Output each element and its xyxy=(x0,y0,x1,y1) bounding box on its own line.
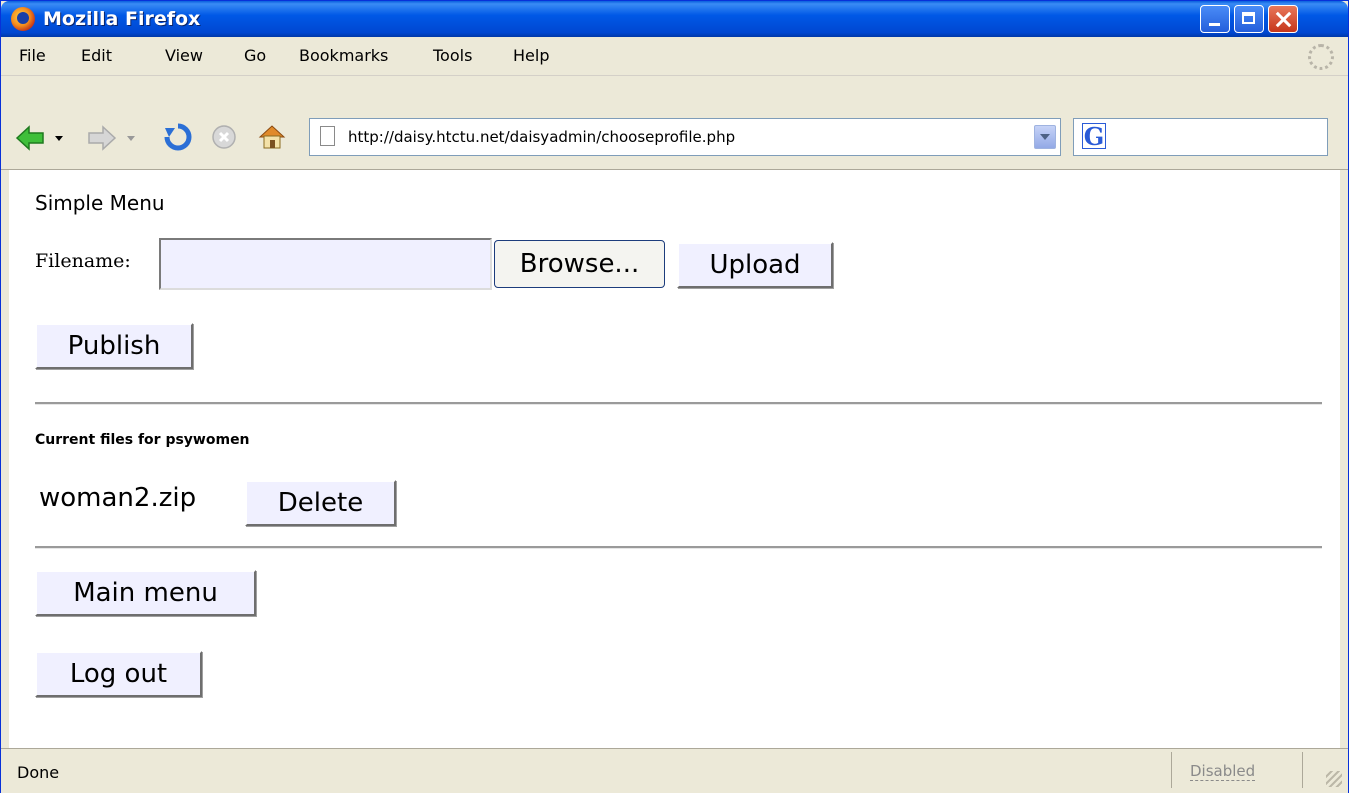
menu-view[interactable]: View xyxy=(165,46,203,65)
divider xyxy=(35,546,1322,549)
reload-icon[interactable] xyxy=(163,122,193,152)
logout-button[interactable]: Log out xyxy=(35,651,202,697)
forward-arrow-icon[interactable] xyxy=(87,125,141,151)
menu-tools[interactable]: Tools xyxy=(433,46,472,65)
delete-button[interactable]: Delete xyxy=(245,480,396,526)
page-content: Simple Menu Filename: Browse... Upload P… xyxy=(9,170,1340,748)
status-disabled-label[interactable]: Disabled xyxy=(1190,762,1256,781)
minimize-button[interactable] xyxy=(1200,5,1230,33)
menu-help[interactable]: Help xyxy=(513,46,549,65)
page-icon xyxy=(320,126,335,146)
publish-button[interactable]: Publish xyxy=(35,323,193,369)
window-title: Mozilla Firefox xyxy=(43,8,201,30)
browse-button[interactable]: Browse... xyxy=(494,240,665,288)
main-menu-button[interactable]: Main menu xyxy=(35,570,256,616)
upload-button[interactable]: Upload xyxy=(677,242,833,288)
throbber-icon xyxy=(1308,44,1334,70)
close-button[interactable] xyxy=(1268,5,1298,33)
home-icon[interactable] xyxy=(257,122,287,152)
files-heading: Current files for psywomen xyxy=(35,432,250,448)
menu-file[interactable]: File xyxy=(19,46,46,65)
divider xyxy=(35,402,1322,405)
status-panel: Disabled xyxy=(1171,752,1303,788)
status-bar: Done Disabled xyxy=(1,748,1348,793)
title-bar[interactable]: Mozilla Firefox xyxy=(1,1,1348,37)
filename-input[interactable] xyxy=(159,238,492,290)
dropdown-icon[interactable] xyxy=(1034,125,1056,149)
stop-icon[interactable] xyxy=(211,124,237,150)
firefox-logo-icon xyxy=(11,7,35,31)
url-bar[interactable]: http://daisy.htctu.net/daisyadmin/choose… xyxy=(309,118,1061,156)
page-heading: Simple Menu xyxy=(35,191,165,215)
resize-grip-icon[interactable] xyxy=(1326,771,1342,787)
browser-window: Mozilla Firefox File Edit View Go Bookma… xyxy=(0,0,1349,793)
status-text: Done xyxy=(17,763,60,782)
search-bar[interactable]: G xyxy=(1073,118,1328,156)
url-text[interactable]: http://daisy.htctu.net/daisyadmin/choose… xyxy=(348,128,735,146)
file-name: woman2.zip xyxy=(39,483,197,513)
filename-label: Filename: xyxy=(35,250,131,272)
menu-bar: File Edit View Go Bookmarks Tools Help xyxy=(1,37,1348,76)
menu-edit[interactable]: Edit xyxy=(81,46,112,65)
menu-bookmarks[interactable]: Bookmarks xyxy=(299,46,388,65)
maximize-button[interactable] xyxy=(1234,5,1264,33)
google-search-icon[interactable]: G xyxy=(1082,123,1106,150)
menu-go[interactable]: Go xyxy=(244,46,266,65)
back-arrow-icon[interactable] xyxy=(15,125,69,151)
